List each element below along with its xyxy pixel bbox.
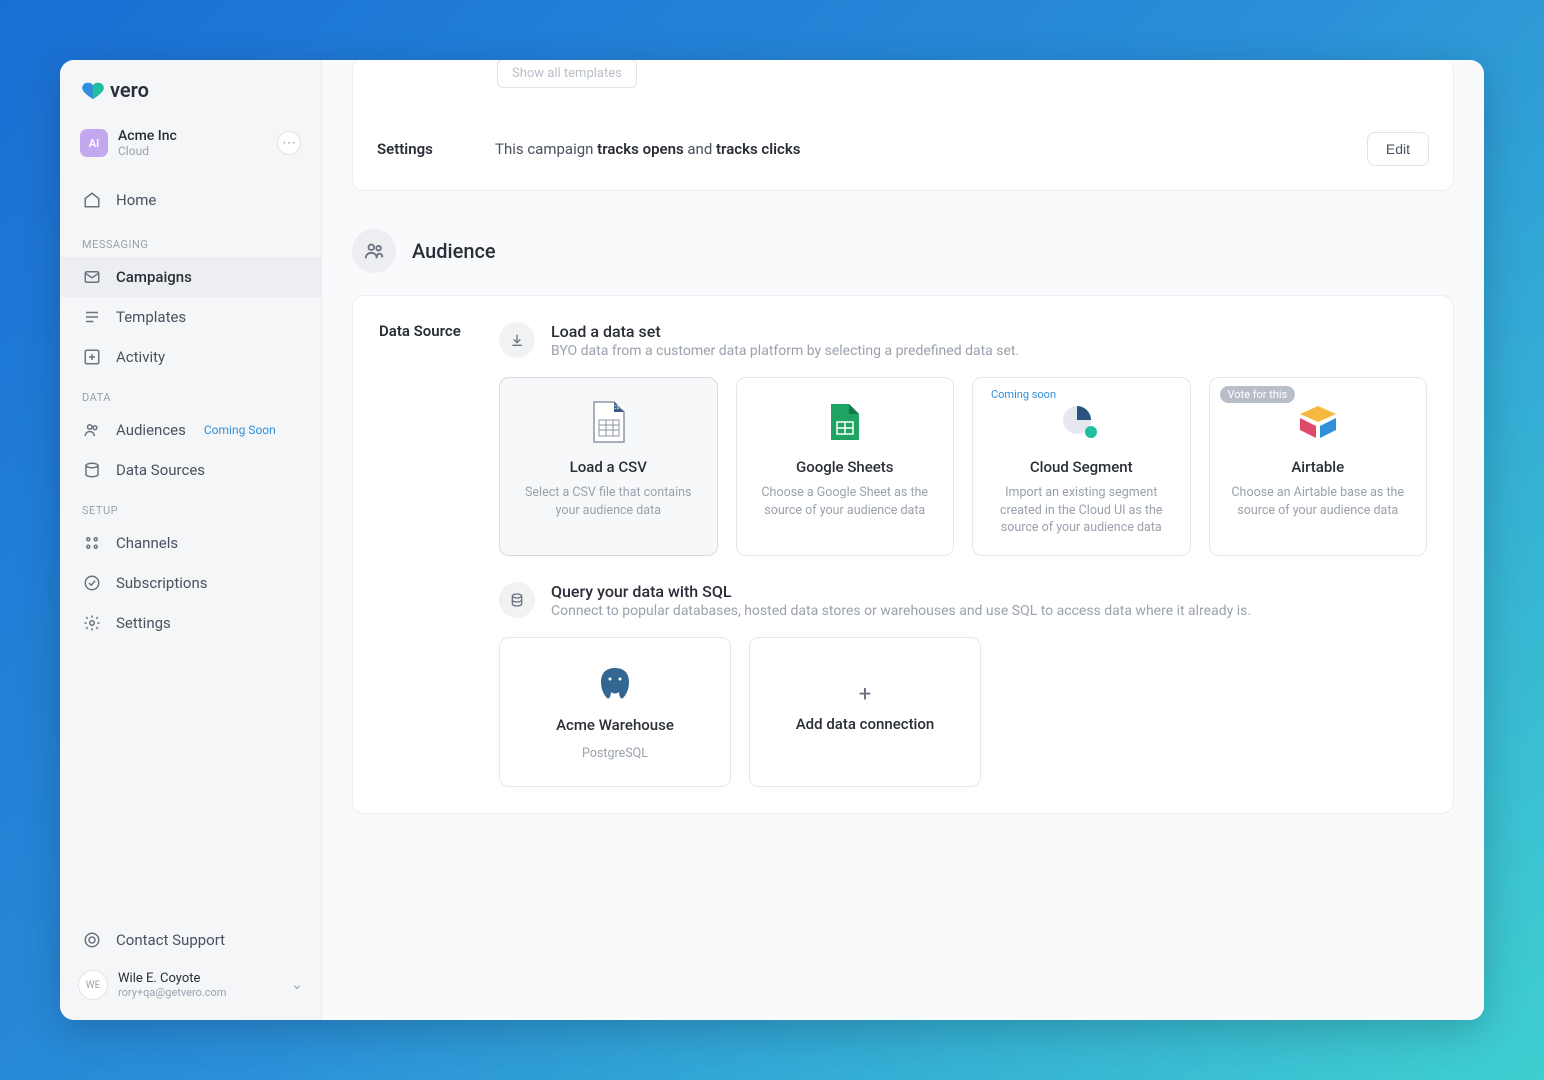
source-title: Airtable	[1224, 458, 1413, 476]
nav-label: Home	[116, 191, 156, 209]
nav-heading-messaging: MESSAGING	[60, 224, 321, 257]
source-google-sheets[interactable]: Google Sheets Choose a Google Sheet as t…	[736, 377, 955, 556]
add-data-connection[interactable]: + Add data connection	[749, 637, 981, 787]
google-sheets-icon	[751, 400, 940, 444]
nav-label: Settings	[116, 614, 171, 632]
database-icon	[82, 460, 102, 480]
main-content: Show all templates Settings This campaig…	[322, 60, 1484, 1020]
activity-icon	[82, 347, 102, 367]
vero-logo-icon	[82, 81, 104, 99]
nav-templates[interactable]: Templates	[60, 297, 321, 337]
csv-file-icon: CSV	[514, 400, 703, 444]
sql-acme-warehouse[interactable]: Acme Warehouse PostgreSQL	[499, 637, 731, 787]
source-desc: Import an existing segment created in th…	[987, 484, 1176, 537]
nav-data-sources[interactable]: Data Sources	[60, 450, 321, 490]
templates-partial-card: Show all templates	[352, 60, 1454, 108]
audience-section-header: Audience	[352, 229, 1454, 273]
nav-settings[interactable]: Settings	[60, 603, 321, 643]
source-desc: Choose an Airtable base as the source of…	[1224, 484, 1413, 519]
nav-label: Data Sources	[116, 461, 205, 479]
nav-support[interactable]: Contact Support	[60, 920, 321, 960]
user-menu[interactable]: WE Wile E. Coyote rory+qa@getvero.com ⌄	[60, 960, 321, 1010]
show-all-templates-button[interactable]: Show all templates	[497, 60, 637, 88]
nav-label: Audiences	[116, 421, 186, 439]
svg-text:CSV: CSV	[614, 405, 624, 411]
source-subtype: PostgreSQL	[582, 746, 648, 761]
settings-label: Settings	[377, 140, 495, 158]
check-circle-icon	[82, 573, 102, 593]
nav-heading-data: DATA	[60, 377, 321, 410]
download-icon	[499, 322, 535, 358]
coming-soon-badge: Coming soon	[983, 386, 1064, 403]
nav-home[interactable]: Home	[60, 180, 321, 220]
support-icon	[82, 930, 102, 950]
nav-label: Templates	[116, 308, 186, 326]
nav-subscriptions[interactable]: Subscriptions	[60, 563, 321, 603]
user-avatar: WE	[78, 970, 108, 1000]
audiences-icon	[82, 420, 102, 440]
load-data-title: Load a data set	[551, 322, 1019, 341]
nav-audiences[interactable]: Audiences Coming Soon	[60, 410, 321, 450]
plus-icon: +	[859, 682, 871, 707]
source-airtable[interactable]: Vote for this Airtable Choose an Airtabl…	[1209, 377, 1428, 556]
templates-icon	[82, 307, 102, 327]
nav-label: Channels	[116, 534, 178, 552]
source-title: Add data connection	[796, 715, 935, 733]
source-desc: Choose a Google Sheet as the source of y…	[751, 484, 940, 519]
edit-button[interactable]: Edit	[1367, 132, 1429, 166]
nav-label: Contact Support	[116, 931, 225, 949]
airtable-icon	[1224, 400, 1413, 444]
coming-soon-badge: Coming Soon	[204, 423, 276, 437]
nav-channels[interactable]: Channels	[60, 523, 321, 563]
nav-campaigns[interactable]: Campaigns	[60, 257, 321, 297]
nav-activity[interactable]: Activity	[60, 337, 321, 377]
nav-label: Subscriptions	[116, 574, 207, 592]
audience-icon	[352, 229, 396, 273]
home-icon	[82, 190, 102, 210]
vote-badge: Vote for this	[1220, 386, 1296, 403]
cloud-segment-icon	[987, 400, 1176, 444]
account-switcher[interactable]: AI Acme Inc Cloud ⋯	[76, 122, 305, 164]
envelope-icon	[82, 267, 102, 287]
data-source-card: Data Source Load a data set BYO data fro…	[352, 295, 1454, 814]
account-name: Acme Inc	[118, 128, 267, 144]
nav-heading-setup: SETUP	[60, 490, 321, 523]
user-name: Wile E. Coyote	[118, 971, 281, 986]
account-avatar: AI	[80, 129, 108, 157]
sidebar: vero AI Acme Inc Cloud ⋯ Home MESSAGING …	[60, 60, 322, 1020]
section-title: Audience	[412, 239, 496, 263]
account-menu-icon[interactable]: ⋯	[277, 131, 301, 155]
load-data-subtitle: BYO data from a customer data platform b…	[551, 343, 1019, 359]
source-desc: Select a CSV file that contains your aud…	[514, 484, 703, 519]
settings-description: This campaign tracks opens and tracks cl…	[495, 140, 1367, 158]
source-cloud-segment[interactable]: Coming soon Cloud Segment Import an exis…	[972, 377, 1191, 556]
nav-label: Campaigns	[116, 268, 192, 286]
sql-title: Query your data with SQL	[551, 582, 1251, 601]
account-plan: Cloud	[118, 144, 267, 158]
chevron-down-icon: ⌄	[291, 977, 303, 993]
brand-logo[interactable]: vero	[60, 60, 321, 116]
source-title: Cloud Segment	[987, 458, 1176, 476]
channels-icon	[82, 533, 102, 553]
data-source-label: Data Source	[379, 322, 475, 787]
database-small-icon	[499, 582, 535, 618]
source-title: Google Sheets	[751, 458, 940, 476]
source-title: Load a CSV	[514, 458, 703, 476]
source-csv[interactable]: CSV Load a CSV Select a CSV file that co…	[499, 377, 718, 556]
nav-label: Activity	[116, 348, 165, 366]
postgresql-icon	[595, 662, 635, 706]
user-email: rory+qa@getvero.com	[118, 986, 281, 999]
settings-row: Settings This campaign tracks opens and …	[352, 108, 1454, 191]
brand-name: vero	[110, 78, 149, 102]
app-window: vero AI Acme Inc Cloud ⋯ Home MESSAGING …	[60, 60, 1484, 1020]
sql-subtitle: Connect to popular databases, hosted dat…	[551, 603, 1251, 619]
gear-icon	[82, 613, 102, 633]
source-title: Acme Warehouse	[556, 716, 674, 734]
